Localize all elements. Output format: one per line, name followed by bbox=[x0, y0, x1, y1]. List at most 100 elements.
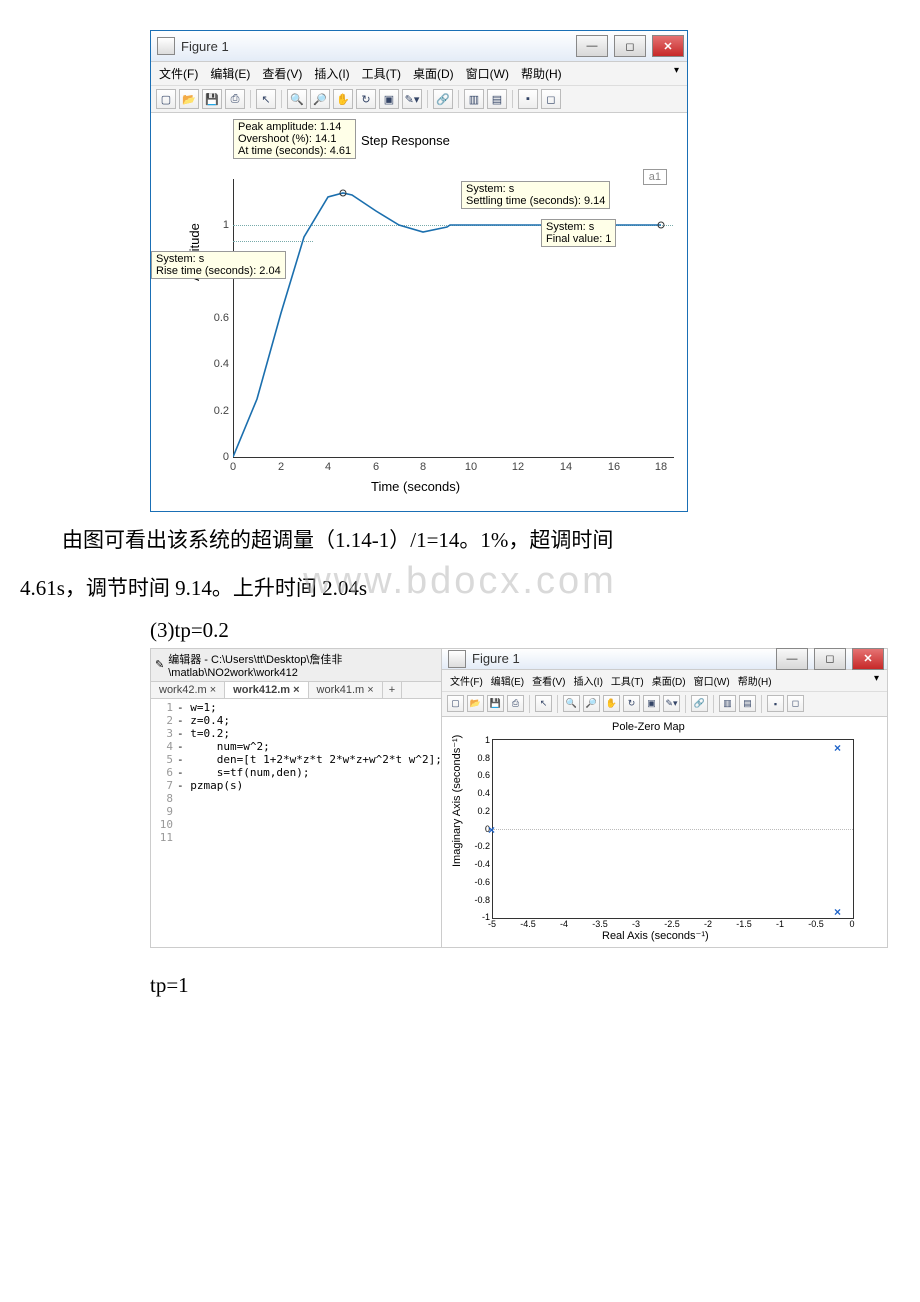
rotate-icon[interactable]: ↻ bbox=[356, 89, 376, 109]
colorbar-icon[interactable]: ▥ bbox=[464, 89, 484, 109]
dropdown-icon[interactable]: ▾ bbox=[874, 673, 879, 688]
dock-icon[interactable]: ◻ bbox=[541, 89, 561, 109]
zoom-out-icon[interactable]: 🔎 bbox=[583, 695, 600, 712]
ytick: -0.2 bbox=[470, 841, 490, 851]
zoom-in-icon[interactable]: 🔍 bbox=[563, 695, 580, 712]
brush-icon[interactable]: ✎▾ bbox=[663, 695, 680, 712]
pointer-icon[interactable]: ↖ bbox=[256, 89, 276, 109]
menu-view[interactable]: 查看(V) bbox=[532, 673, 565, 688]
minimize-button[interactable]: — bbox=[776, 648, 808, 670]
pzmap-plot: Pole-Zero Map Imaginary Axis (seconds⁻¹)… bbox=[442, 717, 887, 947]
menu-window[interactable]: 窗口(W) bbox=[694, 673, 730, 688]
titlebar[interactable]: Figure 1 — ◻ ✕ bbox=[151, 31, 687, 62]
hide-icon[interactable]: ▪ bbox=[518, 89, 538, 109]
menu-insert[interactable]: 插入(I) bbox=[573, 673, 602, 688]
ytick: 0.2 bbox=[207, 405, 229, 417]
ytick: -0.6 bbox=[470, 877, 490, 887]
pointer-icon[interactable]: ↖ bbox=[535, 695, 552, 712]
pole-marker: × bbox=[834, 905, 841, 919]
zoom-in-icon[interactable]: 🔍 bbox=[287, 89, 307, 109]
hide-icon[interactable]: ▪ bbox=[767, 695, 784, 712]
new-icon[interactable]: ▢ bbox=[156, 89, 176, 109]
editor-titlebar[interactable]: ✎ 编辑器 - C:\Users\tt\Desktop\詹佳非\matlab\N… bbox=[151, 649, 441, 682]
dropdown-icon[interactable]: ▾ bbox=[674, 65, 679, 82]
pan-icon[interactable]: ✋ bbox=[333, 89, 353, 109]
ytick: 1 bbox=[470, 735, 490, 745]
maximize-button[interactable]: ◻ bbox=[614, 35, 646, 57]
datatip-peak[interactable]: Peak amplitude: 1.14 Overshoot (%): 14.1… bbox=[233, 119, 356, 159]
tab-add[interactable]: + bbox=[383, 682, 402, 698]
ytick: 0.4 bbox=[470, 788, 490, 798]
datatip-rise[interactable]: System: s Rise time (seconds): 2.04 bbox=[151, 251, 286, 279]
xtick: 6 bbox=[366, 461, 386, 473]
matlab-figure-icon bbox=[448, 650, 466, 668]
matlab-figure-icon bbox=[157, 37, 175, 55]
ytick: 0.2 bbox=[470, 806, 490, 816]
ytick: 0 bbox=[470, 824, 490, 834]
xtick: -1 bbox=[768, 919, 792, 929]
window-title: Figure 1 bbox=[472, 651, 520, 666]
toolbar: ▢ 📂 💾 ⎙ ↖ 🔍 🔎 ✋ ↻ ▣ ✎▾ 🔗 ▥ ▤ ▪ ◻ bbox=[442, 692, 887, 717]
datatip-settle[interactable]: System: s Settling time (seconds): 9.14 bbox=[461, 181, 610, 209]
editor-title: 编辑器 - C:\Users\tt\Desktop\詹佳非\matlab\NO2… bbox=[168, 651, 437, 679]
menu-help[interactable]: 帮助(H) bbox=[738, 673, 772, 688]
tab-work412[interactable]: work412.m × bbox=[225, 682, 308, 698]
menu-edit[interactable]: 编辑(E) bbox=[210, 65, 250, 82]
menu-file[interactable]: 文件(F) bbox=[450, 673, 483, 688]
rotate-icon[interactable]: ↻ bbox=[623, 695, 640, 712]
print-icon[interactable]: ⎙ bbox=[507, 695, 524, 712]
save-icon[interactable]: 💾 bbox=[202, 89, 222, 109]
menu-tools[interactable]: 工具(T) bbox=[362, 65, 401, 82]
plot-title: Pole-Zero Map bbox=[612, 721, 685, 733]
colorbar-icon[interactable]: ▥ bbox=[719, 695, 736, 712]
minimize-button[interactable]: — bbox=[576, 35, 608, 57]
menu-window[interactable]: 窗口(W) bbox=[466, 65, 509, 82]
new-icon[interactable]: ▢ bbox=[447, 695, 464, 712]
datatip-final[interactable]: System: s Final value: 1 bbox=[541, 219, 616, 247]
menu-bar: 文件(F) 编辑(E) 查看(V) 插入(I) 工具(T) 桌面(D) 窗口(W… bbox=[151, 62, 687, 86]
xtick: -0.5 bbox=[804, 919, 828, 929]
figure-1-window: Figure 1 — ◻ ✕ 文件(F) 编辑(E) 查看(V) 插入(I) 工… bbox=[150, 30, 688, 512]
tp1-label: tp=1 bbox=[150, 973, 900, 998]
menu-view[interactable]: 查看(V) bbox=[262, 65, 302, 82]
maximize-button[interactable]: ◻ bbox=[814, 648, 846, 670]
tab-work42[interactable]: work42.m × bbox=[151, 682, 225, 698]
ytick: 0.6 bbox=[207, 312, 229, 324]
xtick: -2 bbox=[696, 919, 720, 929]
brush-icon[interactable]: ✎▾ bbox=[402, 89, 422, 109]
matlab-editor: ✎ 编辑器 - C:\Users\tt\Desktop\詹佳非\matlab\N… bbox=[151, 649, 442, 947]
legend-icon[interactable]: ▤ bbox=[487, 89, 507, 109]
open-icon[interactable]: 📂 bbox=[467, 695, 484, 712]
link-icon[interactable]: 🔗 bbox=[433, 89, 453, 109]
tab-work41[interactable]: work41.m × bbox=[309, 682, 383, 698]
save-icon[interactable]: 💾 bbox=[487, 695, 504, 712]
xtick: 0 bbox=[223, 461, 243, 473]
y-axis-label: Imaginary Axis (seconds⁻¹) bbox=[450, 734, 463, 866]
close-button[interactable]: ✕ bbox=[652, 35, 684, 57]
menu-tools[interactable]: 工具(T) bbox=[611, 673, 644, 688]
menu-desktop[interactable]: 桌面(D) bbox=[652, 673, 686, 688]
menu-file[interactable]: 文件(F) bbox=[159, 65, 198, 82]
analysis-text-2: 4.61s，调节时间 9.14。上升时间 2.04s bbox=[20, 570, 900, 608]
menu-help[interactable]: 帮助(H) bbox=[521, 65, 562, 82]
link-icon[interactable]: 🔗 bbox=[691, 695, 708, 712]
close-button[interactable]: ✕ bbox=[852, 648, 884, 670]
xtick: -2.5 bbox=[660, 919, 684, 929]
legend-icon[interactable]: ▤ bbox=[739, 695, 756, 712]
datacursor-icon[interactable]: ▣ bbox=[379, 89, 399, 109]
menu-desktop[interactable]: 桌面(D) bbox=[413, 65, 454, 82]
figure-2-window: Figure 1 — ◻ ✕ 文件(F) 编辑(E) 查看(V) 插入(I) 工… bbox=[442, 649, 887, 947]
print-icon[interactable]: ⎙ bbox=[225, 89, 245, 109]
open-icon[interactable]: 📂 bbox=[179, 89, 199, 109]
datacursor-icon[interactable]: ▣ bbox=[643, 695, 660, 712]
ytick: -0.8 bbox=[470, 895, 490, 905]
menu-edit[interactable]: 编辑(E) bbox=[491, 673, 524, 688]
xtick: 10 bbox=[461, 461, 481, 473]
dock-icon[interactable]: ◻ bbox=[787, 695, 804, 712]
code-area[interactable]: 1- w=1; 2- z=0.4; 3- t=0.2; 4- num=w^2; … bbox=[151, 699, 441, 846]
pan-icon[interactable]: ✋ bbox=[603, 695, 620, 712]
titlebar[interactable]: Figure 1 — ◻ ✕ bbox=[442, 649, 887, 670]
plot-area: Step Response a1 Amplitude Time (seconds… bbox=[151, 113, 687, 511]
zoom-out-icon[interactable]: 🔎 bbox=[310, 89, 330, 109]
menu-insert[interactable]: 插入(I) bbox=[314, 65, 349, 82]
